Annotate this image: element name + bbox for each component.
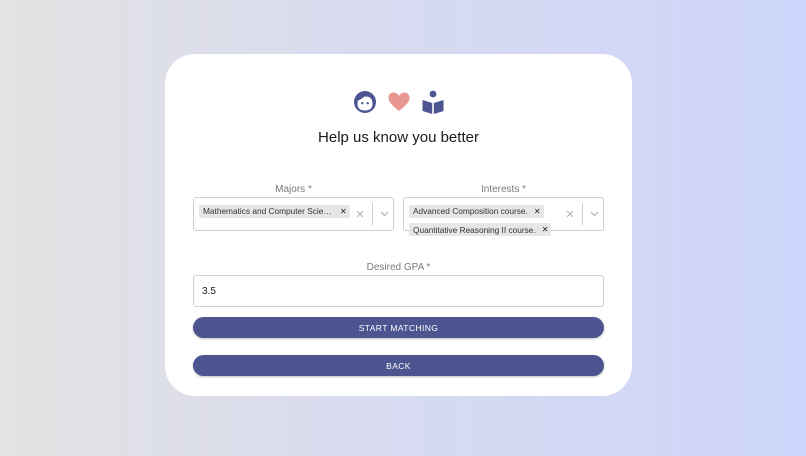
chevron-down-icon[interactable]: [585, 211, 603, 217]
gpa-input[interactable]: [193, 275, 604, 307]
clear-icon[interactable]: ✕: [350, 208, 370, 221]
majors-indicators: ✕: [350, 198, 393, 230]
remove-chip-icon[interactable]: ✕: [534, 207, 541, 216]
indicator-separator: [582, 203, 583, 225]
interests-chip: Advanced Composition course. ✕: [409, 204, 544, 218]
majors-chip-label: Mathematics and Computer Scien...: [203, 206, 334, 216]
interests-chip-label: Advanced Composition course.: [413, 206, 528, 216]
header-icons: [353, 88, 445, 116]
reading-icon: [421, 89, 445, 115]
interests-indicators: ✕: [560, 198, 603, 230]
chevron-down-icon[interactable]: [375, 211, 393, 217]
remove-chip-icon[interactable]: ✕: [542, 225, 549, 234]
majors-label: Majors *: [275, 184, 312, 195]
indicator-separator: [372, 203, 373, 225]
majors-chip-list: Mathematics and Computer Scien... ✕: [199, 201, 350, 220]
majors-select[interactable]: Mathematics and Computer Scien... ✕ ✕: [193, 197, 394, 231]
interests-select[interactable]: Advanced Composition course. ✕ Quantitat…: [403, 197, 604, 236]
gpa-label: Desired GPA *: [366, 262, 431, 273]
page-title: Help us know you better: [318, 129, 479, 146]
start-matching-button[interactable]: START MATCHING: [193, 317, 604, 338]
interests-label: Interests *: [480, 184, 527, 195]
heart-icon: [387, 89, 411, 115]
interests-chip: Quantitative Reasoning II course. ✕: [409, 223, 552, 236]
majors-chip: Mathematics and Computer Scien... ✕: [199, 204, 350, 218]
clear-icon[interactable]: ✕: [560, 208, 580, 221]
back-button[interactable]: BACK: [193, 355, 604, 376]
face-icon: [353, 89, 377, 115]
interests-chip-label: Quantitative Reasoning II course.: [413, 224, 536, 235]
remove-chip-icon[interactable]: ✕: [340, 207, 347, 216]
form-card: Help us know you better Majors * Mathema…: [165, 54, 632, 396]
interests-chip-list: Advanced Composition course. ✕ Quantitat…: [409, 201, 559, 238]
